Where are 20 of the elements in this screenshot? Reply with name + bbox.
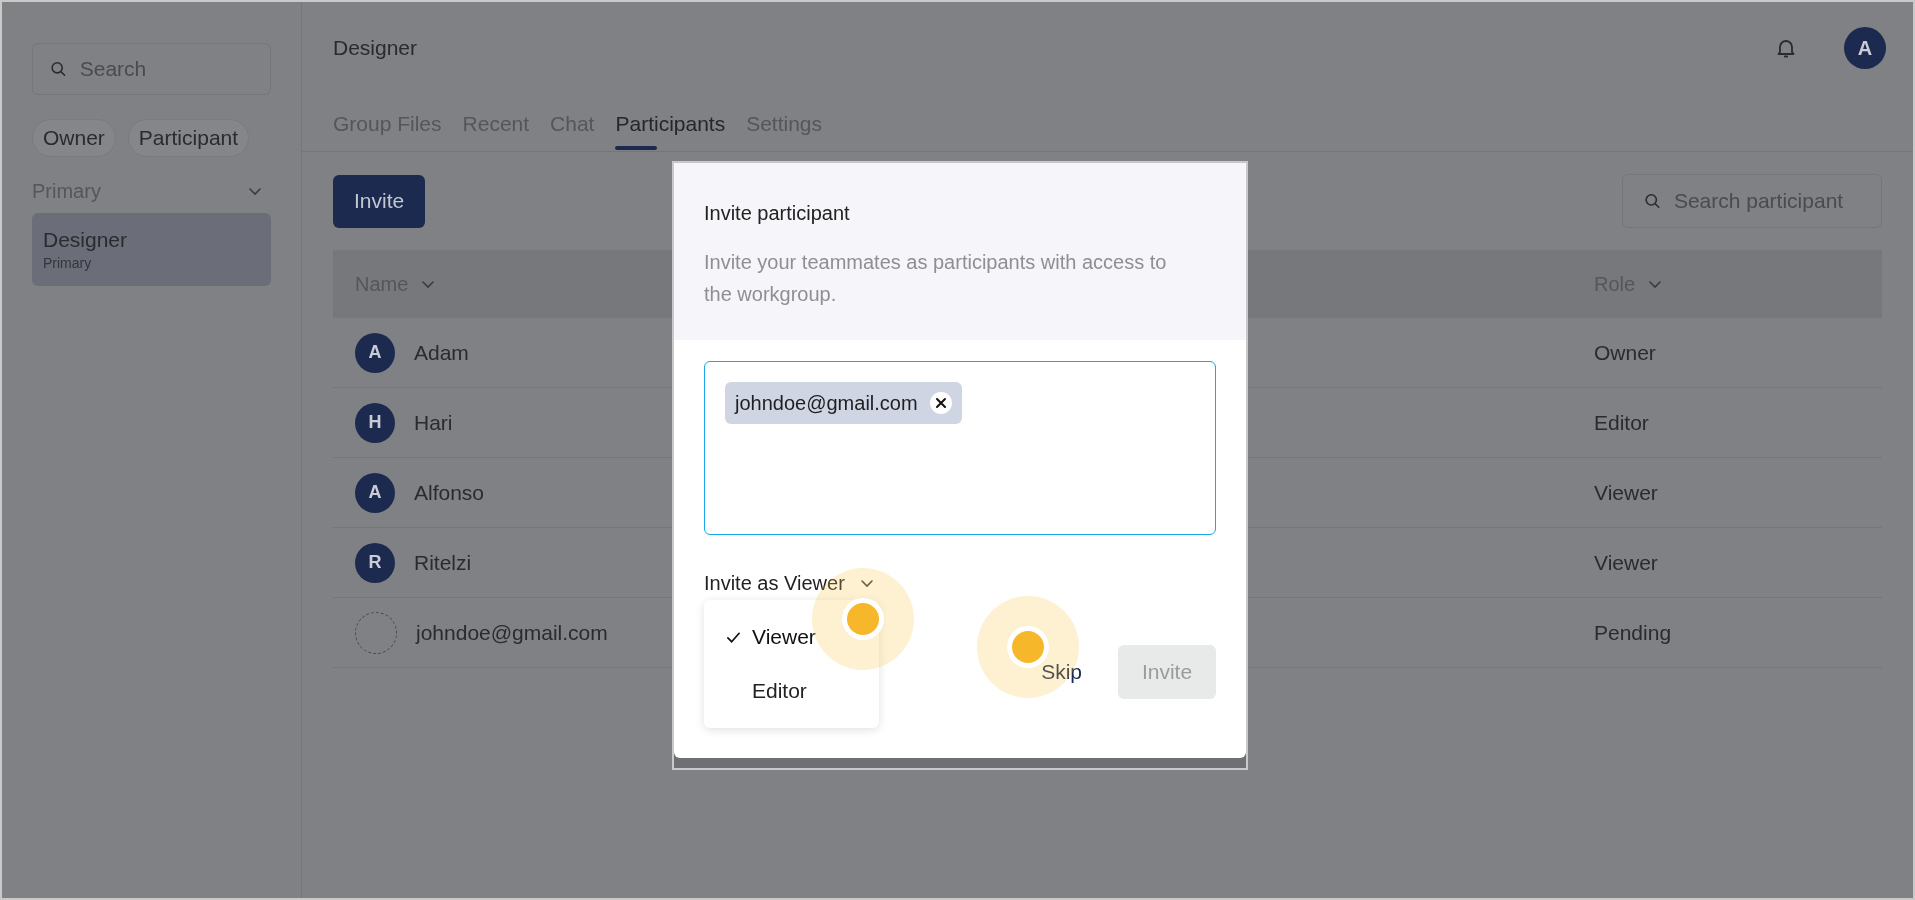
role-cell-text: Pending [1594, 619, 1672, 646]
dialog-description: Invite your teammates as participants with access to the workgroup. [704, 250, 1168, 307]
name-cell-text: Adam [414, 339, 469, 366]
email-chip: johndoe@gmail.com [725, 382, 962, 424]
avatar: R [355, 542, 395, 583]
avatar: A [355, 332, 395, 373]
page-title: Designer [333, 35, 418, 62]
avatar: A [355, 472, 395, 513]
name-cell-text: Alfonso [414, 479, 485, 506]
name-cell-text: Hari [414, 409, 453, 436]
dialog-title: Invite participant [704, 201, 851, 226]
item-subtitle: Primary [43, 254, 93, 273]
name-cell-text: johndoe@gmail.com [416, 619, 608, 646]
avatar: H [355, 402, 395, 443]
role-cell-text: Viewer [1594, 479, 1658, 506]
role-cell-text: Owner [1594, 339, 1656, 366]
role-cell-text: Viewer [1594, 549, 1658, 576]
role-cell-text: Editor [1594, 409, 1649, 436]
name-cell-text: Ritelzi [414, 549, 472, 576]
item-title: Designer [43, 227, 129, 253]
